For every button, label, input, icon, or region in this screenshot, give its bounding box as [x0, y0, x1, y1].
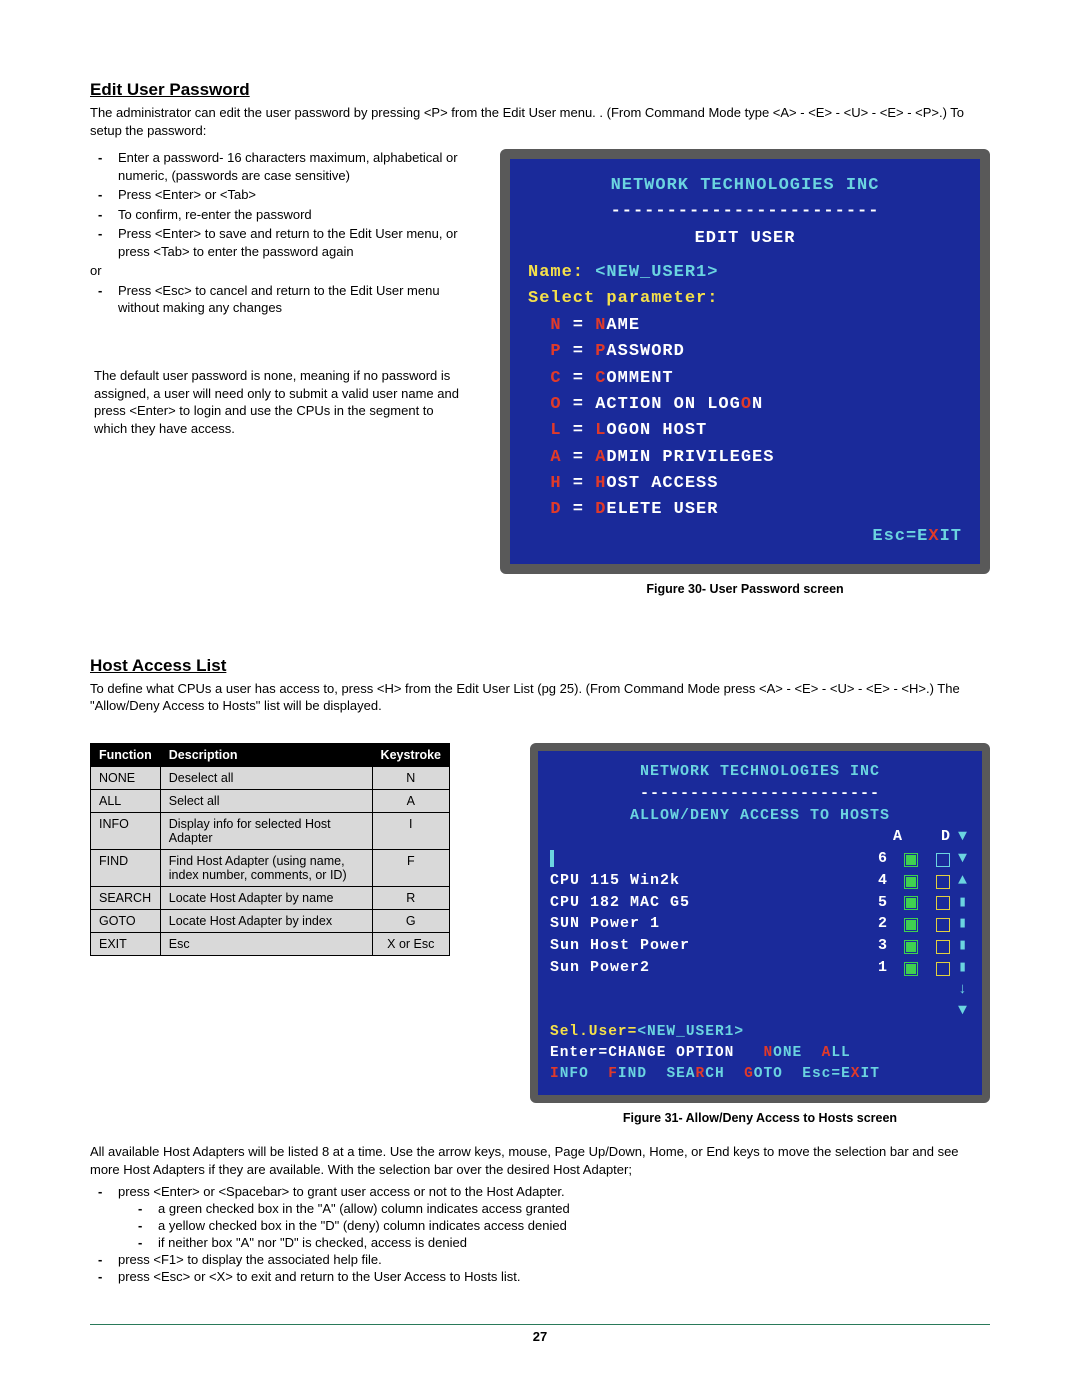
table-header: Keystroke [372, 744, 449, 767]
section1-intro: The administrator can edit the user pass… [90, 104, 990, 139]
crt-title: EDIT USER [528, 226, 962, 252]
page-footer: 27 [90, 1324, 990, 1344]
document-page: Edit User Password The administrator can… [0, 0, 1080, 1374]
crt2-sel-user: Sel.User=<NEW_USER1> [550, 1022, 970, 1043]
crt2-status-line3: INFO FIND SEARCH GOTO Esc=EXIT [550, 1064, 970, 1085]
step-item: Press <Esc> to cancel and return to the … [118, 282, 480, 317]
scroll-end-icon: ▼ [550, 1000, 970, 1022]
host-row: CPU 115 Win2k4▲ [550, 870, 970, 892]
section2-intro: To define what CPUs a user has access to… [90, 680, 990, 715]
crt-menu-item: H = HOST ACCESS [528, 471, 962, 497]
function-table: Function Description Keystroke NONEDesel… [90, 743, 450, 956]
crt-screen-host-access: NETWORK TECHNOLOGIES INC ---------------… [530, 743, 990, 1103]
host-row: Sun Host Power3▮ [550, 935, 970, 957]
scroll-down-icon: ↓ [550, 979, 970, 1001]
list-item: if neither box "A" nor "D" is checked, a… [158, 1235, 990, 1250]
crt-esc-exit: Esc=EXIT [528, 524, 962, 550]
crt-menu-item: A = ADMIN PRIVILEGES [528, 445, 962, 471]
table-row: FINDFind Host Adapter (using name, index… [91, 850, 450, 887]
crt2-divider: ------------------------ [550, 783, 970, 805]
table-row: ALLSelect allA [91, 790, 450, 813]
crt2-company: NETWORK TECHNOLOGIES INC [550, 761, 970, 783]
crt-name-value: <NEW_USER1> [595, 263, 718, 282]
crt2-title: ALLOW/DENY ACCESS TO HOSTS [550, 805, 970, 827]
table-row: INFODisplay info for selected Host Adapt… [91, 813, 450, 850]
list-item: press <F1> to display the associated hel… [118, 1252, 990, 1267]
crt-company: NETWORK TECHNOLOGIES INC [528, 173, 962, 199]
host-row: 6▼ [550, 848, 970, 870]
figure-caption-30: Figure 30- User Password screen [500, 582, 990, 596]
crt-menu-item: C = COMMENT [528, 366, 962, 392]
crt-menu-item: N = NAME [528, 313, 962, 339]
crt-name-label: Name: [528, 263, 584, 282]
crt-screen-edit-user: NETWORK TECHNOLOGIES INC ---------------… [500, 149, 990, 574]
table-row: SEARCHLocate Host Adapter by nameR [91, 887, 450, 910]
table-row: NONEDeselect allN [91, 767, 450, 790]
bottom-list: press <Enter> or <Spacebar> to grant use… [90, 1184, 990, 1284]
list-item: a green checked box in the "A" (allow) c… [158, 1201, 990, 1216]
table-row: GOTOLocate Host Adapter by indexG [91, 910, 450, 933]
crt2-ad-header: A D ▼ [550, 826, 970, 848]
step-item: Enter a password- 16 characters maximum,… [118, 149, 480, 184]
host-row: SUN Power 12▮ [550, 913, 970, 935]
crt-divider: ------------------------ [528, 199, 962, 225]
table-row: EXITEscX or Esc [91, 933, 450, 956]
default-password-note: The default user password is none, meani… [90, 367, 480, 437]
or-line: or [90, 262, 480, 280]
list-item: a yellow checked box in the "D" (deny) c… [158, 1218, 990, 1233]
list-item: press <Enter> or <Spacebar> to grant use… [118, 1184, 990, 1250]
crt-menu-item: L = LOGON HOST [528, 418, 962, 444]
section-heading-host-access: Host Access List [90, 656, 990, 676]
host-row: CPU 182 MAC G55▮ [550, 892, 970, 914]
crt-menu-item: P = PASSWORD [528, 339, 962, 365]
section-heading-edit-password: Edit User Password [90, 80, 990, 100]
figure-caption-31: Figure 31- Allow/Deny Access to Hosts sc… [530, 1111, 990, 1125]
section1-left-column: Enter a password- 16 characters maximum,… [90, 149, 480, 441]
section2-bottom-intro: All available Host Adapters will be list… [90, 1143, 990, 1178]
step-item: Press <Enter> to save and return to the … [118, 225, 480, 260]
list-item: press <Esc> or <X> to exit and return to… [118, 1269, 990, 1284]
host-row: Sun Power21▮ [550, 957, 970, 979]
step-item: Press <Enter> or <Tab> [118, 186, 480, 204]
crt2-status-line2: Enter=CHANGE OPTION NONE ALL [550, 1043, 970, 1064]
step-item: To confirm, re-enter the password [118, 206, 480, 224]
table-header: Description [160, 744, 372, 767]
page-number: 27 [533, 1329, 547, 1344]
table-header: Function [91, 744, 161, 767]
crt-menu-item: D = DELETE USER [528, 497, 962, 523]
crt-menu-item: O = ACTION ON LOGON [528, 392, 962, 418]
crt-subtitle: Select parameter: [528, 286, 962, 312]
